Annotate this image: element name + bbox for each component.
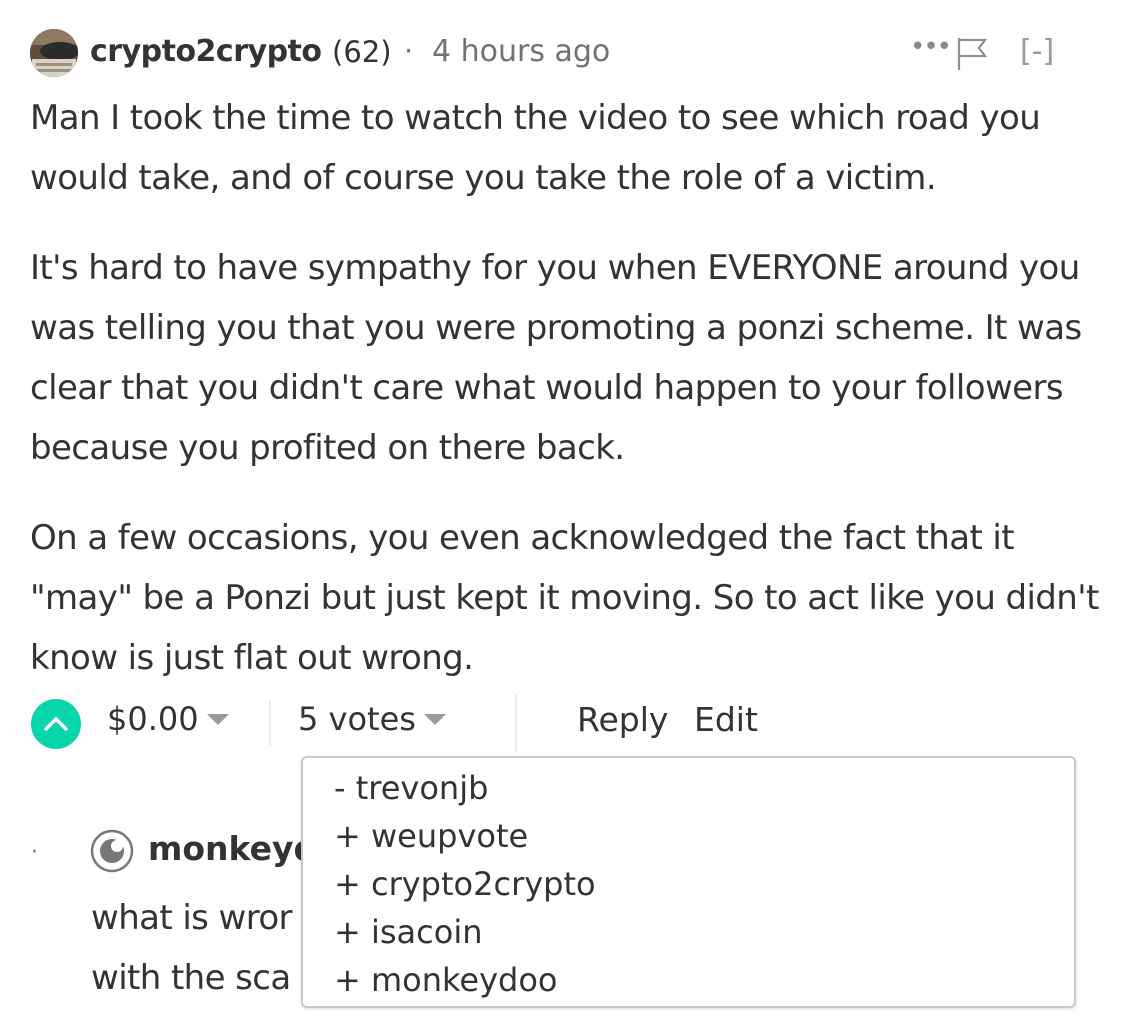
flag-icon[interactable] — [955, 36, 989, 76]
voter-item[interactable]: + crypto2crypto — [334, 860, 1074, 908]
reply-bullet: · — [31, 840, 38, 865]
voter-item[interactable]: + weupvote — [334, 812, 1074, 860]
avatar-image-icon — [30, 29, 78, 77]
header-separator: · — [404, 34, 414, 68]
reply-button[interactable]: Reply — [577, 700, 668, 739]
default-user-icon — [90, 829, 134, 873]
voter-item[interactable]: + isacoin — [334, 908, 1074, 956]
author-avatar[interactable] — [30, 29, 78, 77]
votes-dropdown[interactable]: 5 votes — [298, 700, 446, 738]
payout-value: $0.00 — [107, 700, 199, 738]
voters-dropdown-menu: - trevonjb + weupvote + crypto2crypto + … — [301, 756, 1076, 1008]
comment-body: Man I took the time to watch the video t… — [30, 88, 1100, 718]
edit-button[interactable]: Edit — [694, 700, 758, 739]
voter-item[interactable]: + monkeydoo — [334, 956, 1074, 1004]
reply-avatar[interactable] — [90, 829, 134, 873]
comment-paragraph: Man I took the time to watch the video t… — [30, 98, 1041, 198]
chevron-down-icon — [423, 713, 446, 725]
more-dots-icon[interactable]: ••• — [910, 32, 952, 62]
payout-dropdown[interactable]: $0.00 — [107, 700, 229, 738]
footer-divider — [515, 694, 517, 752]
comment-author[interactable]: crypto2crypto — [90, 34, 322, 69]
comment-paragraph: It's hard to have sympathy for you when … — [30, 248, 1082, 468]
comment-header: crypto2crypto (62) · 4 hours ago ••• [-] — [30, 28, 1100, 78]
reply-author[interactable]: monkeyd — [148, 829, 317, 868]
collapse-toggle[interactable]: [-] — [1020, 34, 1054, 69]
voter-item[interactable]: - trevonjb — [334, 764, 1074, 812]
author-reputation: (62) — [332, 35, 392, 69]
footer-divider — [269, 700, 271, 746]
comment-timestamp[interactable]: 4 hours ago — [432, 34, 610, 69]
chevron-down-icon — [206, 713, 229, 725]
comment-paragraph: On a few occasions, you even acknowledge… — [30, 518, 1099, 678]
upvote-button[interactable] — [31, 699, 81, 749]
upvote-chevron-icon — [44, 717, 68, 731]
votes-count: 5 votes — [298, 700, 416, 738]
